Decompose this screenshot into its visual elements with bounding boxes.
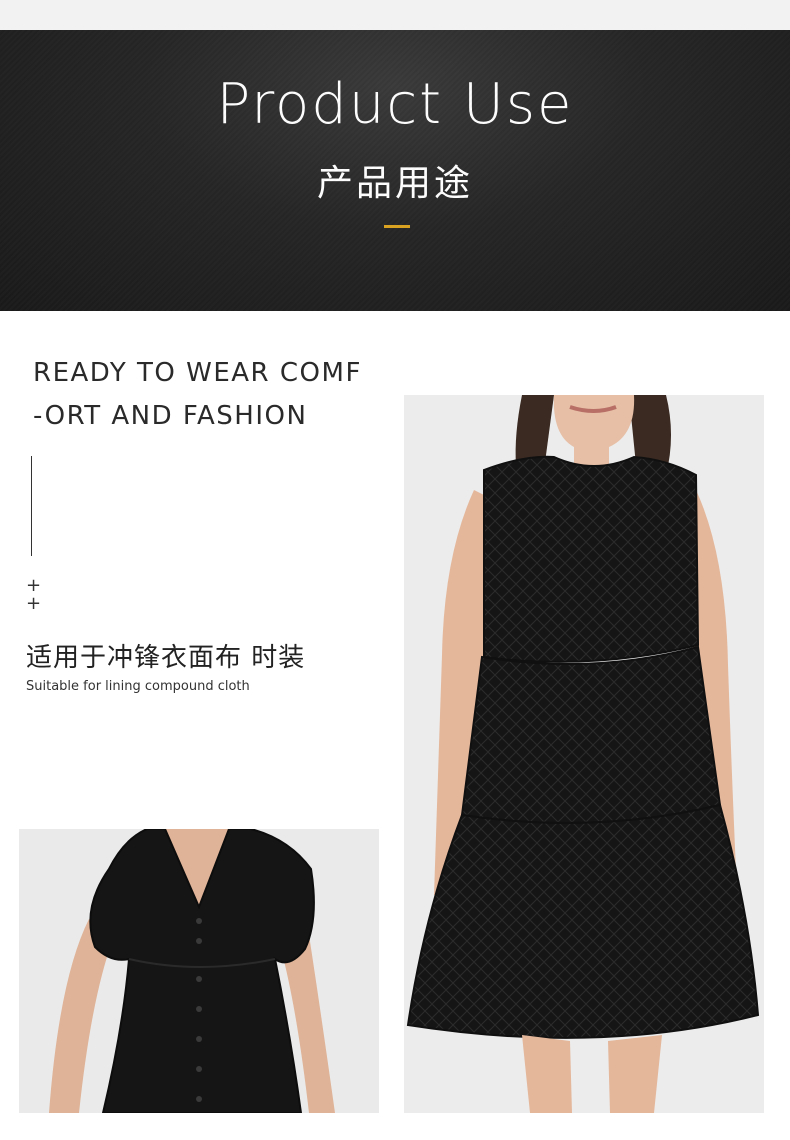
headline-line-2: -ORT AND FASHION <box>33 401 308 431</box>
headline-line-1: READY TO WEAR COMF <box>33 358 362 388</box>
banner-subtitle: 产品用途 <box>316 163 473 204</box>
banner-accent-line <box>384 225 410 228</box>
use-description-en: Suitable for lining compound cloth <box>26 679 250 694</box>
use-description-cn: 适用于冲锋衣面布 时装 <box>26 643 306 673</box>
product-use-banner: Product Use 产品用途 <box>0 30 790 311</box>
tiered-dress-illustration <box>404 395 764 1113</box>
vertical-divider <box>31 456 32 556</box>
secondary-product-photo <box>19 829 379 1113</box>
main-product-photo <box>404 395 764 1113</box>
plus-icon: + <box>26 593 42 614</box>
banner-title: Product Use <box>216 72 574 137</box>
top-strip <box>0 0 790 30</box>
headline: READY TO WEAR COMF -ORT AND FASHION <box>33 352 373 438</box>
button-dress-illustration <box>19 829 379 1113</box>
